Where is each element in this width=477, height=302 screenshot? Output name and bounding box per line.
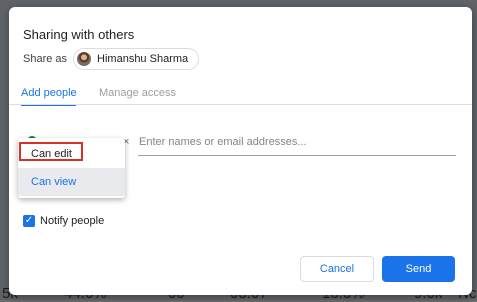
share-as-label: Share as: [23, 53, 68, 65]
dialog-title: Sharing with others: [23, 27, 135, 42]
annotation-highlight-box: [19, 142, 83, 161]
cancel-button[interactable]: Cancel: [300, 256, 374, 282]
menu-item-can-view[interactable]: Can view: [18, 168, 125, 196]
account-name: Himanshu Sharma: [97, 53, 189, 65]
menu-item-label: Can view: [31, 176, 77, 188]
tab-manage-access[interactable]: Manage access: [99, 87, 176, 99]
permission-dropdown-menu: Can edit Can view: [18, 138, 125, 198]
sharing-dialog: Sharing with others Share as Himanshu Sh…: [9, 7, 472, 295]
recipient-input[interactable]: [138, 131, 456, 156]
send-button[interactable]: Send: [382, 256, 455, 282]
avatar: [77, 52, 92, 66]
notify-label: Notify people: [40, 215, 105, 227]
notify-checkbox[interactable]: ✓: [23, 215, 35, 227]
notify-people-row: ✓ Notify people: [23, 215, 104, 227]
tab-divider: [9, 104, 472, 105]
share-as-account-chip[interactable]: Himanshu Sharma: [73, 48, 200, 70]
tab-add-people[interactable]: Add people: [21, 87, 77, 99]
share-as-row: Share as Himanshu Sharma: [23, 48, 200, 70]
